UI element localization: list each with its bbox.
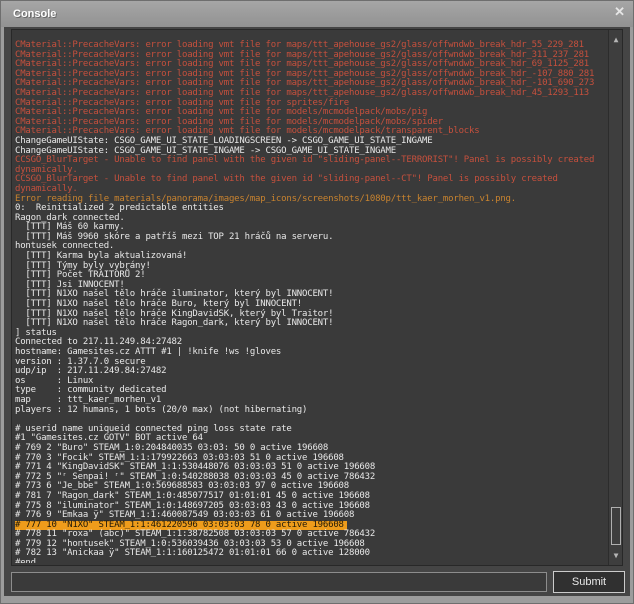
console-line: # 772 5 "ʳ Senpai! ʳ" STEAM_1:0:54028803… bbox=[15, 464, 606, 474]
console-line: version : 1.37.7.0 secure bbox=[15, 349, 606, 359]
console-line: [TTT] Týmy byly vybrány! bbox=[15, 253, 606, 263]
console-output: CMaterial::PrecacheVars: error loading v… bbox=[11, 29, 623, 566]
console-line: CCSGO_BlurTarget - Unable to find panel … bbox=[15, 166, 606, 176]
scroll-thumb[interactable] bbox=[611, 507, 621, 545]
console-line: [TTT] Počet TRAITORŮ 2! bbox=[15, 262, 606, 272]
console-line: # 771 4 "KingDavidSK" STEAM_1:1:53044807… bbox=[15, 454, 606, 464]
console-line: # 775 8 "iluminator" STEAM_1:0:148697205… bbox=[15, 493, 606, 503]
console-line: CMaterial::PrecacheVars: error loading v… bbox=[15, 32, 606, 42]
console-line: #1 "Gamesites.cz GOTV" BOT active 64 bbox=[15, 425, 606, 435]
console-line: Error reading file materials/panorama/im… bbox=[15, 186, 606, 196]
console-line: [TTT] N1XO našel tělo hráče KingDavidSK,… bbox=[15, 301, 606, 311]
console-line: Ragon_dark connected. bbox=[15, 205, 606, 215]
scrollbar[interactable]: ▲ ▼ bbox=[608, 30, 622, 565]
console-line: # 773 6 "Je_bbe" STEAM_1:0:569688583 03:… bbox=[15, 473, 606, 483]
console-line: # 778 11 "roxa" (abc)" STEAM_1:1:3878250… bbox=[15, 521, 606, 531]
console-command-input[interactable] bbox=[11, 572, 547, 592]
console-line: # 769 2 "Buro" STEAM_1:0:204840035 03:03… bbox=[15, 435, 606, 445]
console-line: [TTT] N1XO našel tělo hráče iluminator, … bbox=[15, 281, 606, 291]
console-line: ChangeGameUIState: CSGO_GAME_UI_STATE_IN… bbox=[15, 138, 606, 148]
console-line: CMaterial::PrecacheVars: error loading v… bbox=[15, 109, 606, 119]
console-line: ChangeGameUIState: CSGO_GAME_UI_STATE_LO… bbox=[15, 128, 606, 138]
console-line: Connected to 217.11.249.84:27482 bbox=[15, 329, 606, 339]
console-line: CMaterial::PrecacheVars: error loading v… bbox=[15, 61, 606, 71]
console-line-highlighted: # 777 10 "N1XO" STEAM_1:1:461220596 03:0… bbox=[15, 512, 606, 522]
scroll-up-icon[interactable]: ▲ bbox=[609, 35, 623, 45]
console-line: CMaterial::PrecacheVars: error loading v… bbox=[15, 42, 606, 52]
console-line: # 770 3 "Focik" STEAM_1:1:179922663 03:0… bbox=[15, 445, 606, 455]
window-content: CMaterial::PrecacheVars: error loading v… bbox=[4, 27, 630, 596]
console-line: # 781 7 "Ragon_dark" STEAM_1:0:485077517… bbox=[15, 483, 606, 493]
console-line: [TTT] Jsi INNOCENT! bbox=[15, 272, 606, 282]
close-icon[interactable]: ✕ bbox=[614, 4, 625, 20]
console-line: # 776 9 "Emkaa ÿ" STEAM_1:1:460087549 03… bbox=[15, 502, 606, 512]
console-line: # 782 13 "Anickaa ÿ" STEAM_1:1:160125472… bbox=[15, 540, 606, 550]
submit-button[interactable]: Submit bbox=[553, 571, 625, 593]
console-lines: CMaterial::PrecacheVars: error loading v… bbox=[15, 32, 606, 563]
scroll-down-icon[interactable]: ▼ bbox=[609, 551, 623, 561]
console-line: map : ttt_kaer_morhen_v1 bbox=[15, 387, 606, 397]
console-line: [TTT] Karma byla aktualizovaná! bbox=[15, 243, 606, 253]
console-line: udp/ip : 217.11.249.84:27482 bbox=[15, 358, 606, 368]
console-line: # 779 12 "hontusek" STEAM_1:0:536039436 … bbox=[15, 531, 606, 541]
console-line: [TTT] Máš 60 karmy. bbox=[15, 214, 606, 224]
console-line: players : 12 humans, 1 bots (20/0 max) (… bbox=[15, 397, 606, 407]
console-line: CMaterial::PrecacheVars: error loading v… bbox=[15, 80, 606, 90]
console-line: hostname: Gamesites.cz ATTT #1 | !knife … bbox=[15, 339, 606, 349]
console-line: type : community dedicated bbox=[15, 377, 606, 387]
console-line: # userid name uniqueid connected ping lo… bbox=[15, 416, 606, 426]
console-line: [TTT] Máš 9960 skóre a patříš mezi TOP 2… bbox=[15, 224, 606, 234]
console-line: [TTT] N1XO našel tělo hráče Ragon_dark, … bbox=[15, 310, 606, 320]
window-title: Console bbox=[13, 8, 56, 20]
console-line: CMaterial::PrecacheVars: error loading v… bbox=[15, 51, 606, 61]
console-line: CMaterial::PrecacheVars: error loading v… bbox=[15, 118, 606, 128]
console-line: CCSGO_BlurTarget - Unable to find panel … bbox=[15, 147, 606, 157]
titlebar[interactable]: Console ✕ bbox=[1, 1, 633, 27]
console-window: Console ✕ CMaterial::PrecacheVars: error… bbox=[0, 0, 634, 604]
console-line: CMaterial::PrecacheVars: error loading v… bbox=[15, 99, 606, 109]
console-line: CMaterial::PrecacheVars: error loading v… bbox=[15, 70, 606, 80]
